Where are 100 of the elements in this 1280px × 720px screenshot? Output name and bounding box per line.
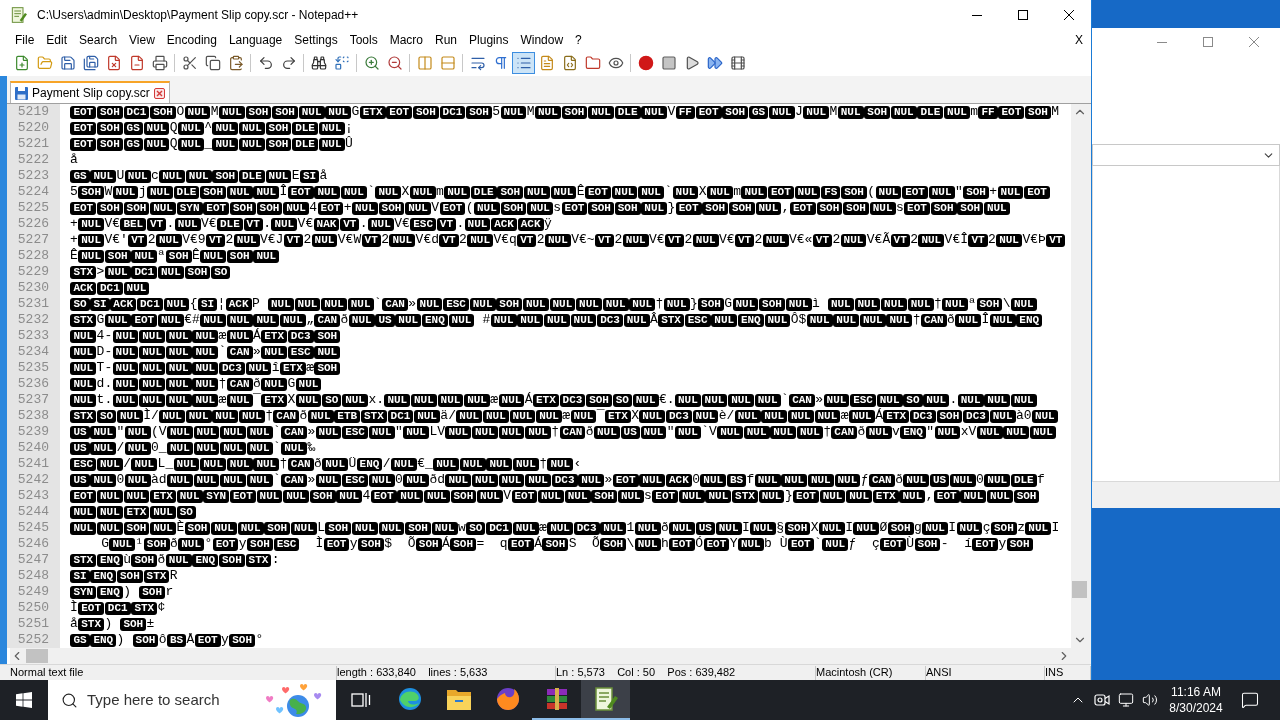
minimize-icon	[1157, 41, 1167, 43]
code-line: + NUL V€ BEL VT . NUL V€ DLE VT . NUL V€ NAK VT . NUL V€ ESC VT . NUL ACK ACK ÿ	[70, 216, 552, 232]
code-line: NUL NUL ETX NUL SO	[70, 504, 197, 520]
menu-item[interactable]: Plugins	[463, 31, 515, 49]
paste-icon	[227, 55, 244, 71]
line-number: 5234	[17, 344, 49, 360]
copy-icon	[204, 55, 221, 71]
code-line: NUL NUL SOH NUL È SOH NUL NUL SOH NUL L SOH NUL NUL SOH NUL w SO DC1 NUL æ NUL DC3 NUL 1 NUL ð NUL US NUL I NUL § SOH X NUL I NUL Ø SOH g NUL I NUL ç SOH z NUL I	[70, 520, 1060, 536]
line-number: 5240	[17, 440, 49, 456]
line-number: 5251	[17, 616, 49, 632]
menu-item[interactable]: Window	[514, 31, 570, 49]
printer-icon	[151, 55, 168, 71]
document-icon	[538, 55, 555, 71]
document-tab[interactable]: Payment Slip copy.scr	[10, 81, 170, 103]
menu-item[interactable]: File	[9, 31, 41, 49]
code-line: ESC NUL / NUL L_ NUL NUL NUL NUL † CAN ð NUL Ü ENQ / NUL €_ NUL NUL NUL NUL † NUL ‹	[70, 456, 582, 472]
stop-icon	[660, 55, 677, 71]
line-number: 5245	[17, 520, 49, 536]
code-line: SI ENQ SOH STX R	[70, 568, 178, 584]
code-line: NUL D- NUL NUL NUL NUL ` CAN » NUL ESC NUL	[70, 344, 341, 360]
close-icon	[1249, 37, 1259, 47]
search-field[interactable]: Type here to search	[48, 680, 336, 720]
columns-icon	[416, 55, 433, 71]
code-line: NUL T- NUL NUL NUL NUL DC3 NUL î ETX æ SOH	[70, 360, 341, 376]
code-line: EOT SOH DC1 SOH O NUL M NUL SOH SOH NUL NUL G ETX EOT SOH DC1 SOH 5 NUL M NUL SOH NUL DLE NUL V FF EOT SOH GS NUL J NUL M NUL SOH NUL DLE NUL m FF EOT SOH M	[70, 104, 1060, 120]
line-number: 5225	[17, 200, 49, 216]
menu-item[interactable]: Settings	[288, 31, 344, 49]
code-line: STX SO NUL Ì/ NUL NUL NUL NUL † CAN ð NUL ETB STX DC1 NUL ä/ NUL NUL NUL NUL æ NUL ¯ ETX X NUL DC3 NUL è/ NUL NUL NUL NUL æ NUL Á ETX DC3 SOH DC3 NUL à0 NUL	[70, 408, 1059, 424]
menu-item[interactable]: Search	[73, 31, 124, 49]
code-line: EOT SOH GS NUL Q NUL ^ NUL NUL SOH DLE NUL ¡	[70, 120, 353, 136]
code-line: + NUL V€' VT 2 NUL V€9 VT 2 NUL V€J VT 2 NUL V€W VT 2 NUL V€d VT 2 NUL V€q VT 2 NUL V€~ VT 2 NUL V€ VT 2 NUL V€ VT 2 NUL V€« VT 2 NUL V€Ã VT 2 NUL V€Î VT 2 NUL V€Þ VT	[70, 232, 1066, 248]
menu-item[interactable]: ?	[569, 31, 588, 49]
code-line: å STX ) SOH ±	[70, 616, 155, 632]
menu-item[interactable]: View	[123, 31, 161, 49]
code-line: å	[70, 152, 78, 168]
code-line: US NUL 0 NUL àd NUL NUL NUL NUL ` CAN » NUL ESC NUL 0 NUL ðd NUL NUL NUL NUL DC3 NUL » EOT NUL ACK 0 NUL BS f NUL NUL NUL NUL ƒ CAN ð NUL US NUL 0 NUL DLE f	[70, 472, 1045, 488]
line-number: 5222	[17, 152, 49, 168]
save-icon	[15, 86, 28, 100]
file-x-icon	[105, 55, 122, 71]
search-input[interactable]: Type here to search	[87, 688, 251, 712]
camera-icon	[1094, 693, 1110, 707]
line-number: 5248	[17, 568, 49, 584]
code-line: NUL d. NUL NUL NUL NUL † CAN ð NUL G NUL	[70, 376, 322, 392]
eye-icon	[607, 55, 624, 71]
line-number: 5221	[17, 136, 49, 152]
clock-button[interactable]: 11:16 AM 8/30/2024	[1162, 680, 1230, 720]
monitor-icon	[1118, 692, 1134, 708]
menu-item[interactable]: Tools	[343, 31, 384, 49]
line-number: 5227	[17, 232, 49, 248]
notification-icon	[1241, 691, 1259, 709]
line-number: 5238	[17, 408, 49, 424]
taskbar-app-button[interactable]	[581, 680, 630, 720]
line-number: 5243	[17, 488, 49, 504]
line-number: 5233	[17, 328, 49, 344]
fast-forward-icon	[706, 55, 723, 71]
line-number: 5220	[17, 120, 49, 136]
notepad-icon	[10, 7, 27, 23]
menu-item[interactable]: Run	[429, 31, 464, 49]
speaker-icon	[1142, 692, 1158, 708]
window-title: C:\Users\admin\Desktop\Payment Slip copy.scr - Notepad++	[37, 7, 359, 24]
globe-swoosh-icon	[495, 687, 520, 711]
open-folder-icon	[36, 55, 53, 71]
status-text: length : 633,840 lines : 5,633	[337, 666, 488, 679]
line-number: 5236	[17, 376, 49, 392]
dropdown-field[interactable]	[1092, 144, 1280, 166]
code-line: Ì EOT DC1 STX ¢	[70, 600, 166, 616]
scrollbar-thumb[interactable]	[1072, 581, 1087, 598]
menu-item[interactable]: Edit	[40, 31, 74, 49]
line-number: 5228	[17, 248, 49, 264]
vertical-scrollbar[interactable]	[1071, 104, 1088, 648]
replace-icon	[333, 55, 350, 71]
search-icon	[61, 691, 78, 709]
code-line: STX G NUL EOT NUL €# NUL NUL NUL NUL „ CAN ð NUL US NUL ENQ NUL # NUL NUL NUL NUL DC3 NUL Â STX ESC NUL ENQ NUL Ô$ NUL NUL NUL NUL † CAN ð NUL Î NUL ENQ	[70, 312, 1043, 328]
close-document-button[interactable]: X	[1073, 31, 1085, 49]
close-icon[interactable]	[153, 87, 165, 99]
status-text: INS	[1045, 666, 1064, 679]
line-number: 5223	[17, 168, 49, 184]
code-line: NUL 4- NUL NUL NUL NUL æ NUL Á ETX DC3 SOH	[70, 328, 341, 344]
line-number: 5239	[17, 424, 49, 440]
scrollbar-thumb[interactable]	[26, 649, 48, 663]
line-number: 5252	[17, 632, 49, 648]
code-line: STX > NUL DC1 NUL SOH SO	[70, 264, 231, 280]
line-number: 5246	[17, 536, 49, 552]
code-line: US NUL " NUL (V NUL NUL NUL NUL ` CAN » NUL ESC NUL " NUL LV NUL NUL NUL NUL † CAN ð NUL US NUL " NUL `V NUL NUL NUL NUL † CAN ð NUL v ENQ " NUL xV NUL NUL NUL	[70, 424, 1057, 440]
menu-item[interactable]: Macro	[383, 31, 429, 49]
line-number: 5235	[17, 360, 49, 376]
code-line: EOT SOH SOH NUL SYN EOT SOH SOH NUL 4 EOT + NUL SOH NUL V EOT ( NUL SOH NUL s EOT SOH SOH NUL } EOT SOH SOH NUL , EOT SOH SOH NUL s EOT SOH SOH NUL	[70, 200, 1011, 216]
code-file-icon	[561, 55, 578, 71]
folder-icon	[584, 55, 601, 71]
line-number: 5232	[17, 312, 49, 328]
code-line: SO SI ACK DC1 NUL { SI ¦ ACK P NUL NUL NUL NUL ` CAN » NUL ESC NUL SOH NUL NUL NUL NUL NUL † NUL } SOH G NUL SOH NUL ì NUL NUL NUL NUL † NUL ª SOH \ NUL	[70, 296, 1038, 312]
code-line: EOT SOH GS NUL Q NUL _ NUL NUL SOH DLE NUL Û	[70, 136, 353, 152]
line-number: 5241	[17, 456, 49, 472]
line-number: 5247	[17, 552, 49, 568]
list-button[interactable]	[512, 52, 535, 74]
line-number: 5231	[17, 296, 49, 312]
menu-item[interactable]: Encoding	[160, 31, 223, 49]
list-icon	[515, 55, 532, 71]
menu-item[interactable]: Language	[222, 31, 289, 49]
code-line: GS NUL U NUL c NUL NUL SOH DLE NUL E SI å	[70, 168, 328, 184]
